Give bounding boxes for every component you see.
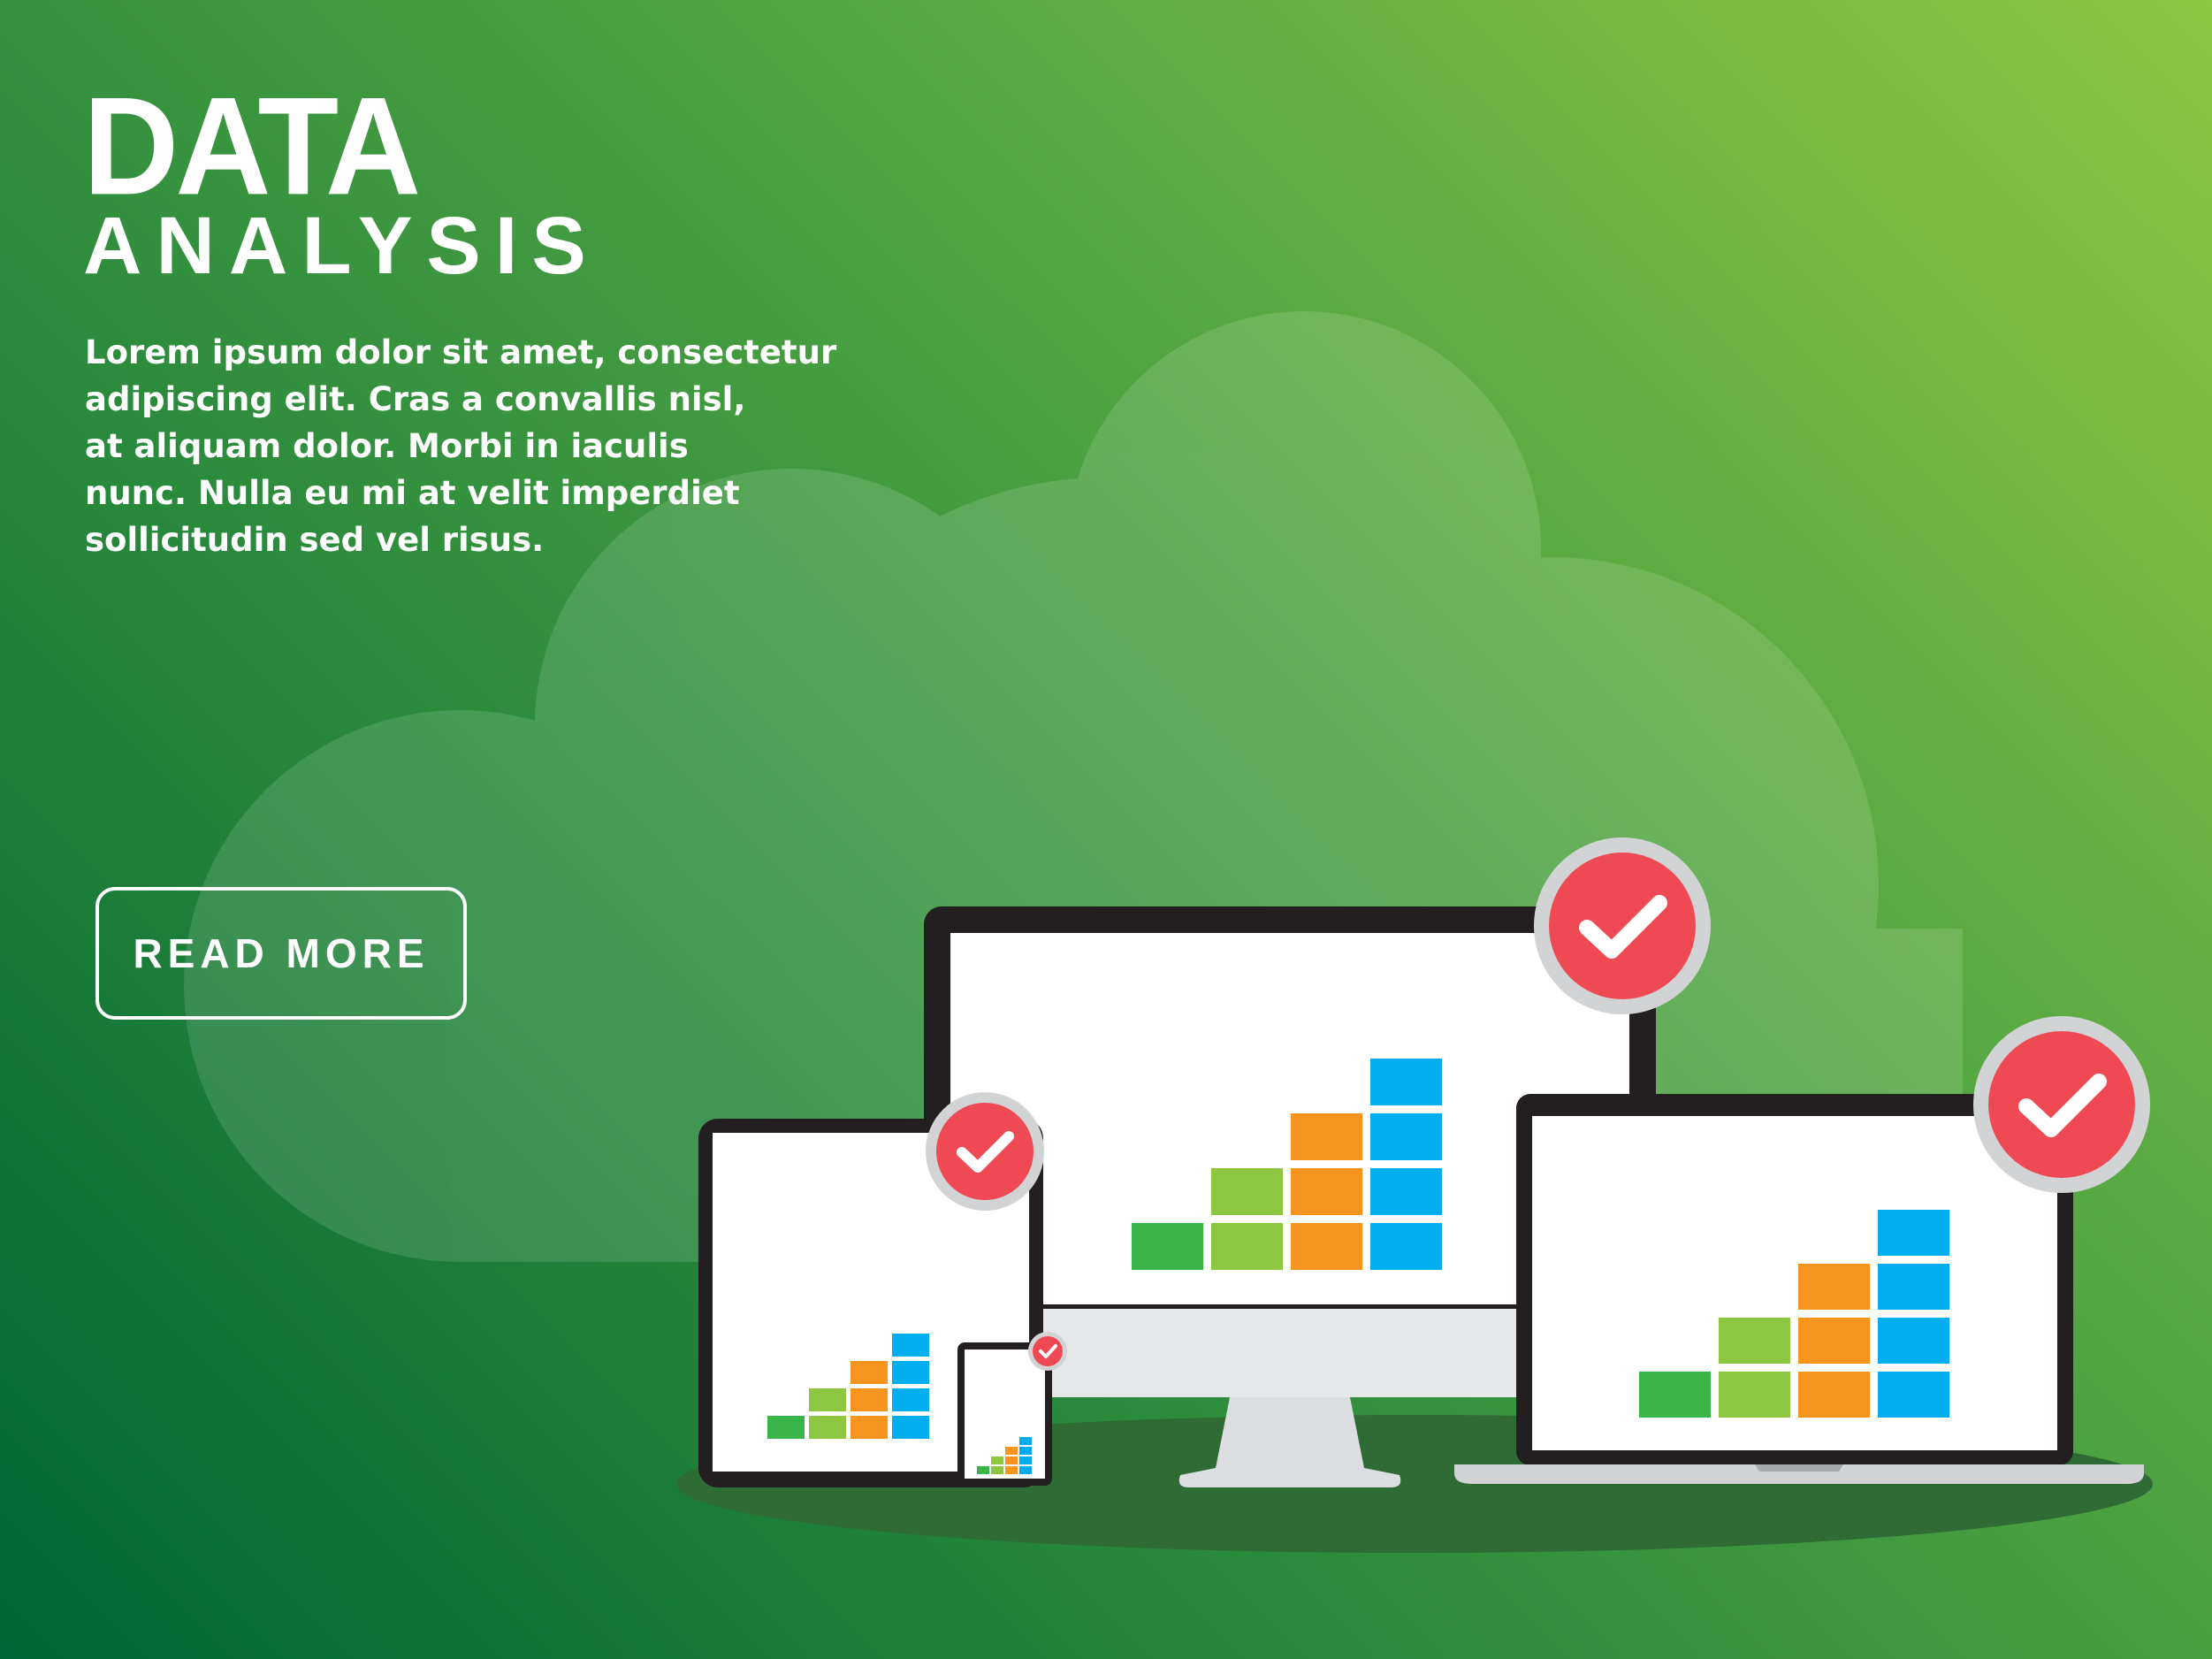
bar-block xyxy=(1005,1447,1018,1455)
bar-block xyxy=(1132,1223,1203,1270)
bar-block xyxy=(809,1388,846,1411)
bar-block xyxy=(1639,1372,1711,1418)
checkmark-icon xyxy=(1028,1332,1067,1371)
bar-block xyxy=(1370,1059,1442,1105)
bar-block xyxy=(1005,1456,1018,1464)
bar-block xyxy=(892,1416,929,1439)
checkmark-icon xyxy=(1534,837,1711,1014)
bar-block xyxy=(850,1416,888,1439)
bar-block xyxy=(767,1416,805,1439)
bar-block xyxy=(1878,1264,1949,1310)
bar-block xyxy=(1291,1168,1362,1215)
bar-block xyxy=(1370,1223,1442,1270)
bar-block xyxy=(809,1416,846,1439)
bar-block xyxy=(977,1466,989,1474)
bar-block xyxy=(991,1456,1003,1464)
bar-block xyxy=(1798,1318,1870,1364)
bar-block xyxy=(1719,1372,1790,1418)
bar-block xyxy=(1019,1437,1032,1445)
bar-block xyxy=(1019,1456,1032,1464)
bar-block xyxy=(1211,1223,1283,1270)
checkmark-icon xyxy=(926,1092,1044,1211)
bar-block xyxy=(991,1466,1003,1474)
hero-banner: DATA ANALYSIS Lorem ipsum dolor sit amet… xyxy=(0,0,2212,1659)
bar-block xyxy=(1878,1372,1949,1418)
bar-block xyxy=(1798,1372,1870,1418)
bar-block xyxy=(1019,1447,1032,1455)
bar-block xyxy=(850,1388,888,1411)
bar-block xyxy=(1878,1210,1949,1256)
bar-block xyxy=(1878,1318,1949,1364)
bar-block xyxy=(1019,1466,1032,1474)
bar-block xyxy=(1291,1223,1362,1270)
bar-block xyxy=(1211,1168,1283,1215)
bar-block xyxy=(1798,1264,1870,1310)
bar-block xyxy=(892,1334,929,1357)
bar-block xyxy=(1291,1113,1362,1160)
bar-block xyxy=(1370,1168,1442,1215)
checkmark-icon xyxy=(1973,1016,2150,1193)
bar-block xyxy=(850,1361,888,1384)
bar-block xyxy=(892,1388,929,1411)
bar-block xyxy=(1719,1318,1790,1364)
phone-screen xyxy=(965,1349,1045,1479)
laptop-screen xyxy=(1532,1116,2057,1450)
bar-block xyxy=(892,1361,929,1384)
devices-illustration xyxy=(676,837,2153,1553)
bar-block xyxy=(1005,1466,1018,1474)
bar-block xyxy=(1370,1113,1442,1160)
